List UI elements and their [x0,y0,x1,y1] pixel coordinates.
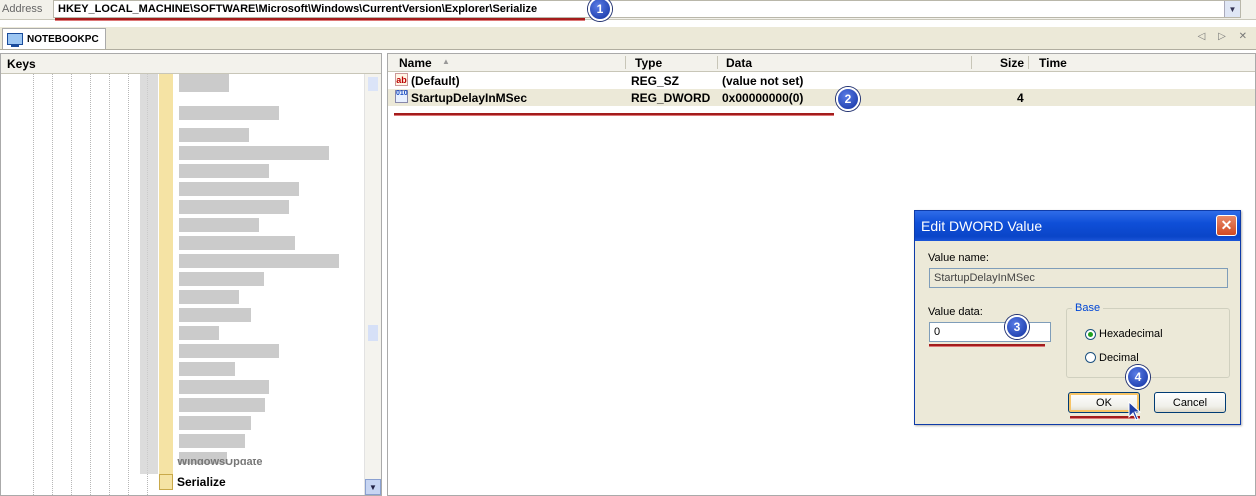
value-name-field: StartupDelayInMSec [929,268,1228,288]
tree-guide-line [90,74,91,495]
tree-item-redacted[interactable] [179,236,295,250]
value-row-startupdelay[interactable]: 010 StartupDelayInMSec REG_DWORD 0x00000… [388,89,1255,106]
tree-guide-line [128,74,129,495]
tree-guide-line [71,74,72,495]
keys-title: Keys [7,57,36,71]
tree-item-redacted[interactable] [179,128,249,142]
annotation-badge-3: 3 [1005,315,1029,339]
keys-header: Keys [1,54,381,74]
address-bar: Address HKEY_LOCAL_MACHINE\SOFTWARE\Micr… [0,0,1256,20]
tree-item-redacted[interactable] [179,416,251,430]
value-size: 4 [1017,91,1024,105]
folder-icon [159,474,173,490]
address-field[interactable]: HKEY_LOCAL_MACHINE\SOFTWARE\Microsoft\Wi… [53,0,1241,18]
keys-pane: Keys WindowsUpdate Serialize ▼ [0,53,382,496]
tree-item-serialize[interactable]: Serialize [177,475,226,489]
value-type: REG_DWORD [631,91,711,105]
computer-icon [7,33,23,47]
keys-vertical-scrollbar[interactable]: ▼ [364,74,381,495]
edit-dword-dialog: Edit DWORD Value ✕ Value name: StartupDe… [914,210,1241,425]
tree-item-redacted[interactable] [179,254,339,268]
column-name[interactable]: Name [399,56,432,70]
annotation-badge-2: 2 [836,87,860,111]
column-time[interactable]: Time [1039,56,1067,70]
value-row-default[interactable]: ab (Default) REG_SZ (value not set) [388,72,1255,89]
tree-guide-line [33,74,34,495]
tree-guide-line [109,74,110,495]
tab-nav-icons[interactable]: ◁ ▷ ✕ [1198,31,1252,42]
binary-value-icon: 010 [395,90,408,103]
annotation-underline-1 [55,18,585,20]
mouse-cursor-icon [1128,401,1142,421]
tree-item-redacted[interactable] [179,200,289,214]
value-type: REG_SZ [631,74,680,88]
tree-item-redacted[interactable] [179,380,269,394]
annotation-underline-3 [929,344,1045,346]
tree-item-redacted[interactable] [179,106,279,120]
value-name: (Default) [411,74,460,88]
tree-item-redacted[interactable] [179,272,264,286]
hexadecimal-radio[interactable] [1085,329,1096,340]
column-divider[interactable] [971,56,972,69]
value-data-input[interactable]: 0 [929,322,1051,342]
tab-label: NOTEBOOKPC [27,33,99,45]
column-divider[interactable] [625,56,626,69]
annotation-badge-4: 4 [1126,365,1150,389]
value-name-label: Value name: [928,252,989,264]
address-path[interactable]: HKEY_LOCAL_MACHINE\SOFTWARE\Microsoft\Wi… [58,3,537,15]
decimal-label[interactable]: Decimal [1099,352,1139,364]
sort-ascending-icon: ▲ [442,57,450,66]
value-data: 0x00000000(0) [722,91,804,105]
base-groupbox [1066,308,1230,378]
tree-item-redacted[interactable] [179,74,229,92]
chevron-down-icon[interactable]: ▼ [1224,1,1240,17]
tree-item-redacted[interactable] [179,344,279,358]
tree-item-redacted[interactable] [179,398,265,412]
header-filler [1245,54,1255,71]
annotation-underline-2 [394,113,834,115]
column-size[interactable]: Size [1000,56,1024,70]
column-type[interactable]: Type [635,56,662,70]
hexadecimal-label[interactable]: Hexadecimal [1099,328,1163,340]
column-data[interactable]: Data [726,56,752,70]
value-data-label: Value data: [928,306,983,318]
folder-icon-column [159,74,173,474]
tree-item-redacted[interactable] [179,218,259,232]
tree-item-redacted[interactable] [179,326,219,340]
value-data: (value not set) [722,74,804,88]
tree-item-redacted[interactable] [179,182,299,196]
scroll-thumb-top[interactable] [368,77,378,91]
scroll-thumb[interactable] [368,325,378,341]
dialog-title-bar[interactable]: Edit DWORD Value ✕ [915,211,1240,241]
values-header: Name ▲ Type Data Size Time [388,54,1255,72]
string-value-icon: ab [395,73,408,86]
cancel-button[interactable]: Cancel [1154,392,1226,413]
tree-item-redacted[interactable] [179,164,269,178]
address-label: Address [2,3,43,15]
tree-item-windowsupdate[interactable]: WindowsUpdate [177,459,262,467]
base-label: Base [1072,302,1104,314]
tree-item-redacted[interactable] [179,146,329,160]
tree-guide-line [52,74,53,495]
chevron-down-icon[interactable]: ▼ [365,479,381,495]
tab-notebookpc[interactable]: NOTEBOOKPC [2,28,106,49]
value-name: StartupDelayInMSec [411,91,528,105]
tree-item-redacted[interactable] [179,308,251,322]
close-icon[interactable]: ✕ [1216,215,1237,236]
tree-item-redacted[interactable] [179,434,245,448]
tab-strip: NOTEBOOKPC ◁ ▷ ✕ [0,27,1256,50]
dialog-title: Edit DWORD Value [921,218,1043,234]
column-divider[interactable] [717,56,718,69]
column-divider[interactable] [1028,56,1029,69]
decimal-radio[interactable] [1085,352,1096,363]
tree-item-redacted[interactable] [179,362,235,376]
tree-expander-column [140,74,158,474]
tree-item-redacted[interactable] [179,290,239,304]
